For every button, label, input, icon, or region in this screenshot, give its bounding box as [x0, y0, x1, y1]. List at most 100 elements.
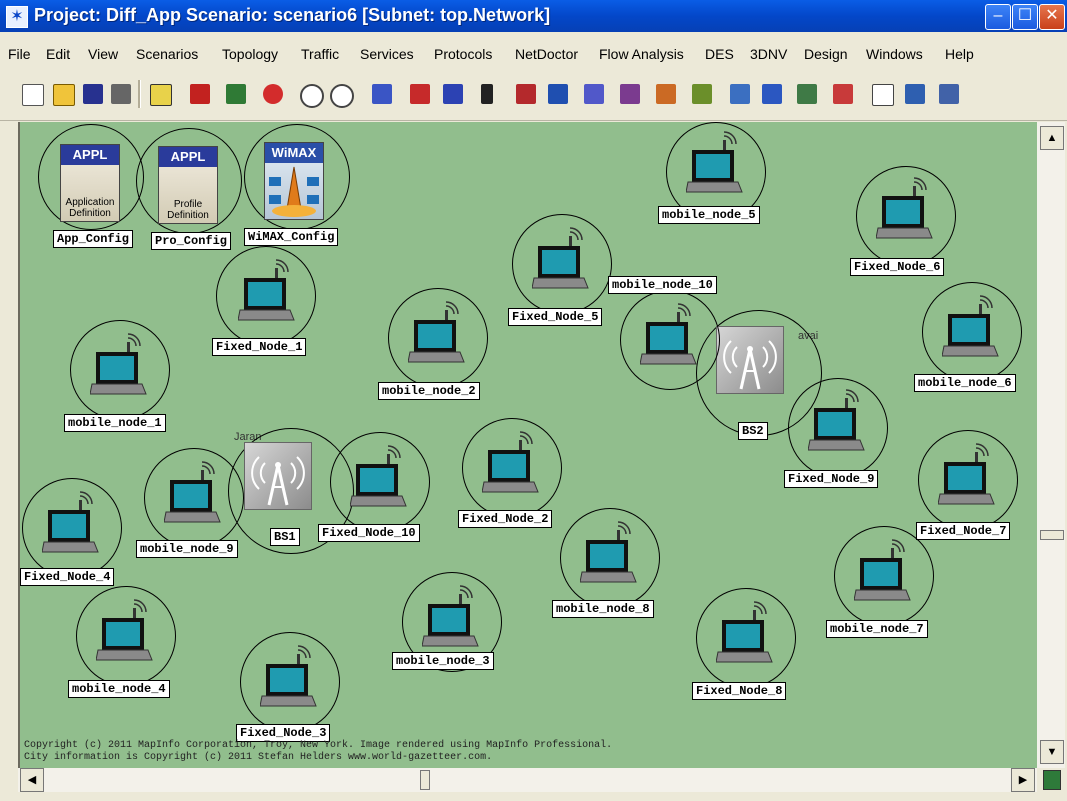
- menu-flow-analysis[interactable]: Flow Analysis: [599, 46, 684, 62]
- fixed-node-5-label[interactable]: Fixed_Node_5: [508, 308, 603, 326]
- app-caption: Application Definition: [65, 197, 115, 219]
- bs1-label[interactable]: BS1: [270, 528, 300, 546]
- pro-config-label[interactable]: Pro_Config: [151, 232, 232, 250]
- navigator-icon[interactable]: [1043, 770, 1061, 790]
- object-palette-icon[interactable]: [150, 84, 172, 106]
- vne-icon[interactable]: [443, 84, 463, 104]
- vertical-scrollbar[interactable]: ▲ ▼: [1037, 122, 1065, 768]
- flow-icon[interactable]: [656, 84, 676, 104]
- maximize-button[interactable]: ☐: [1012, 4, 1038, 30]
- laptop-icon: [42, 491, 99, 553]
- menu-windows[interactable]: Windows: [866, 46, 923, 62]
- fixed-node-6-label[interactable]: Fixed_Node_6: [850, 258, 945, 276]
- close-button[interactable]: ✕: [1039, 4, 1065, 30]
- open-folder-icon[interactable]: [53, 84, 75, 106]
- new-icon[interactable]: [22, 84, 44, 106]
- statistics-icon[interactable]: [730, 84, 750, 104]
- menu-design[interactable]: Design: [804, 46, 848, 62]
- app-icon: ✶: [6, 6, 28, 28]
- laptop-icon: [260, 645, 317, 707]
- ipv6-icon[interactable]: [905, 84, 925, 104]
- zoom-out-icon[interactable]: [330, 84, 354, 108]
- report-icon[interactable]: [797, 84, 817, 104]
- mobile-node-4-label[interactable]: mobile_node_4: [68, 680, 170, 698]
- laptop-icon: [96, 599, 153, 661]
- network-browser-icon[interactable]: [584, 84, 604, 104]
- cfg-icon[interactable]: [410, 84, 430, 104]
- return-to-parent-icon[interactable]: [263, 84, 283, 104]
- menu-topology[interactable]: Topology: [222, 46, 278, 62]
- menu-traffic[interactable]: Traffic: [301, 46, 339, 62]
- rsi-icon[interactable]: [762, 84, 782, 104]
- laptop-icon: [350, 445, 407, 507]
- mobile-node-1-label[interactable]: mobile_node_1: [64, 414, 166, 432]
- fixed-node-2-label[interactable]: Fixed_Node_2: [458, 510, 553, 528]
- save-icon[interactable]: [83, 84, 103, 104]
- fixed-node-7-label[interactable]: Fixed_Node_7: [916, 522, 1011, 540]
- laptop-icon: [876, 177, 933, 239]
- vertical-scroll-thumb[interactable]: [1040, 530, 1064, 540]
- zoom-in-icon[interactable]: [300, 84, 324, 108]
- wimax-config-label[interactable]: WiMAX_Config: [244, 228, 339, 246]
- fixed-node-9-label[interactable]: Fixed_Node_9: [784, 470, 879, 488]
- laptop-icon: [532, 227, 589, 289]
- menu-services[interactable]: Services: [360, 46, 414, 62]
- mobile-node-5-label[interactable]: mobile_node_5: [658, 206, 760, 224]
- configure-run-icon[interactable]: [516, 84, 536, 104]
- wimax-tower-icon: [269, 166, 319, 217]
- menu-view[interactable]: View: [88, 46, 118, 62]
- menu-3dnv[interactable]: 3DNV: [750, 46, 787, 62]
- horizontal-scroll-thumb[interactable]: [420, 770, 430, 790]
- failure-icon[interactable]: [190, 84, 210, 104]
- copyright-line-1: Copyright (c) 2011 MapInfo Corporation, …: [24, 740, 613, 751]
- scroll-left-button[interactable]: ◀: [20, 768, 44, 792]
- fixed-node-8-label[interactable]: Fixed_Node_8: [692, 682, 787, 700]
- laptop-icon: [686, 131, 743, 193]
- appl-header: APPL: [159, 147, 217, 167]
- mobile-node-7-label[interactable]: mobile_node_7: [826, 620, 928, 638]
- bs2-label[interactable]: BS2: [738, 422, 768, 440]
- fixed-node-4-label[interactable]: Fixed_Node_4: [20, 568, 115, 586]
- menu-file[interactable]: File: [8, 46, 31, 62]
- info-icon[interactable]: [872, 84, 894, 106]
- laptop-icon: [408, 301, 465, 363]
- mobile-node-9-label[interactable]: mobile_node_9: [136, 540, 238, 558]
- link-icon[interactable]: [620, 84, 640, 104]
- fixed-node-1-label[interactable]: Fixed_Node_1: [212, 338, 307, 356]
- title-bar[interactable]: ✶ Project: Diff_App Scenario: scenario6 …: [0, 0, 1067, 32]
- minimize-button[interactable]: ‒: [985, 4, 1011, 30]
- view-results-icon[interactable]: [548, 84, 568, 104]
- menu-protocols[interactable]: Protocols: [434, 46, 492, 62]
- mobile-node-6-label[interactable]: mobile_node_6: [914, 374, 1016, 392]
- horizontal-scrollbar[interactable]: ◀ ▶: [18, 768, 1037, 792]
- topology-icon[interactable]: [692, 84, 712, 104]
- scroll-right-button[interactable]: ▶: [1011, 768, 1035, 792]
- mobile-node-3-label[interactable]: mobile_node_3: [392, 652, 494, 670]
- menu-edit[interactable]: Edit: [46, 46, 70, 62]
- ace-icon[interactable]: [372, 84, 392, 104]
- graph-icon[interactable]: [833, 84, 853, 104]
- app-config-label[interactable]: App_Config: [53, 230, 134, 248]
- menu-help[interactable]: Help: [945, 46, 974, 62]
- menu-netdoctor[interactable]: NetDoctor: [515, 46, 578, 62]
- menu-des[interactable]: DES: [705, 46, 734, 62]
- fixed-node-10-label[interactable]: Fixed_Node_10: [318, 524, 420, 542]
- print-icon[interactable]: [111, 84, 131, 104]
- base-station-icon: [244, 442, 312, 510]
- network-map[interactable]: APPL Application Definition App_Config A…: [18, 122, 1039, 768]
- vertical-scroll-track[interactable]: [1040, 150, 1062, 738]
- laptop-icon: [580, 521, 637, 583]
- mobile-node-8-label[interactable]: mobile_node_8: [552, 600, 654, 618]
- size-grip[interactable]: [1037, 768, 1065, 792]
- menu-scenarios[interactable]: Scenarios: [136, 46, 198, 62]
- mobile-node-10-label[interactable]: mobile_node_10: [608, 276, 717, 294]
- scroll-up-button[interactable]: ▲: [1040, 126, 1064, 150]
- appl-header: APPL: [61, 145, 119, 165]
- ipv4-ipv6-icon[interactable]: [939, 84, 959, 104]
- traffic-light-icon[interactable]: [481, 84, 493, 104]
- mobile-node-2-label[interactable]: mobile_node_2: [378, 382, 480, 400]
- base-station-icon: [716, 326, 784, 394]
- recovery-icon[interactable]: [226, 84, 246, 104]
- profile-definition-icon: APPL Profile Definition: [158, 146, 218, 224]
- scroll-down-button[interactable]: ▼: [1040, 740, 1064, 764]
